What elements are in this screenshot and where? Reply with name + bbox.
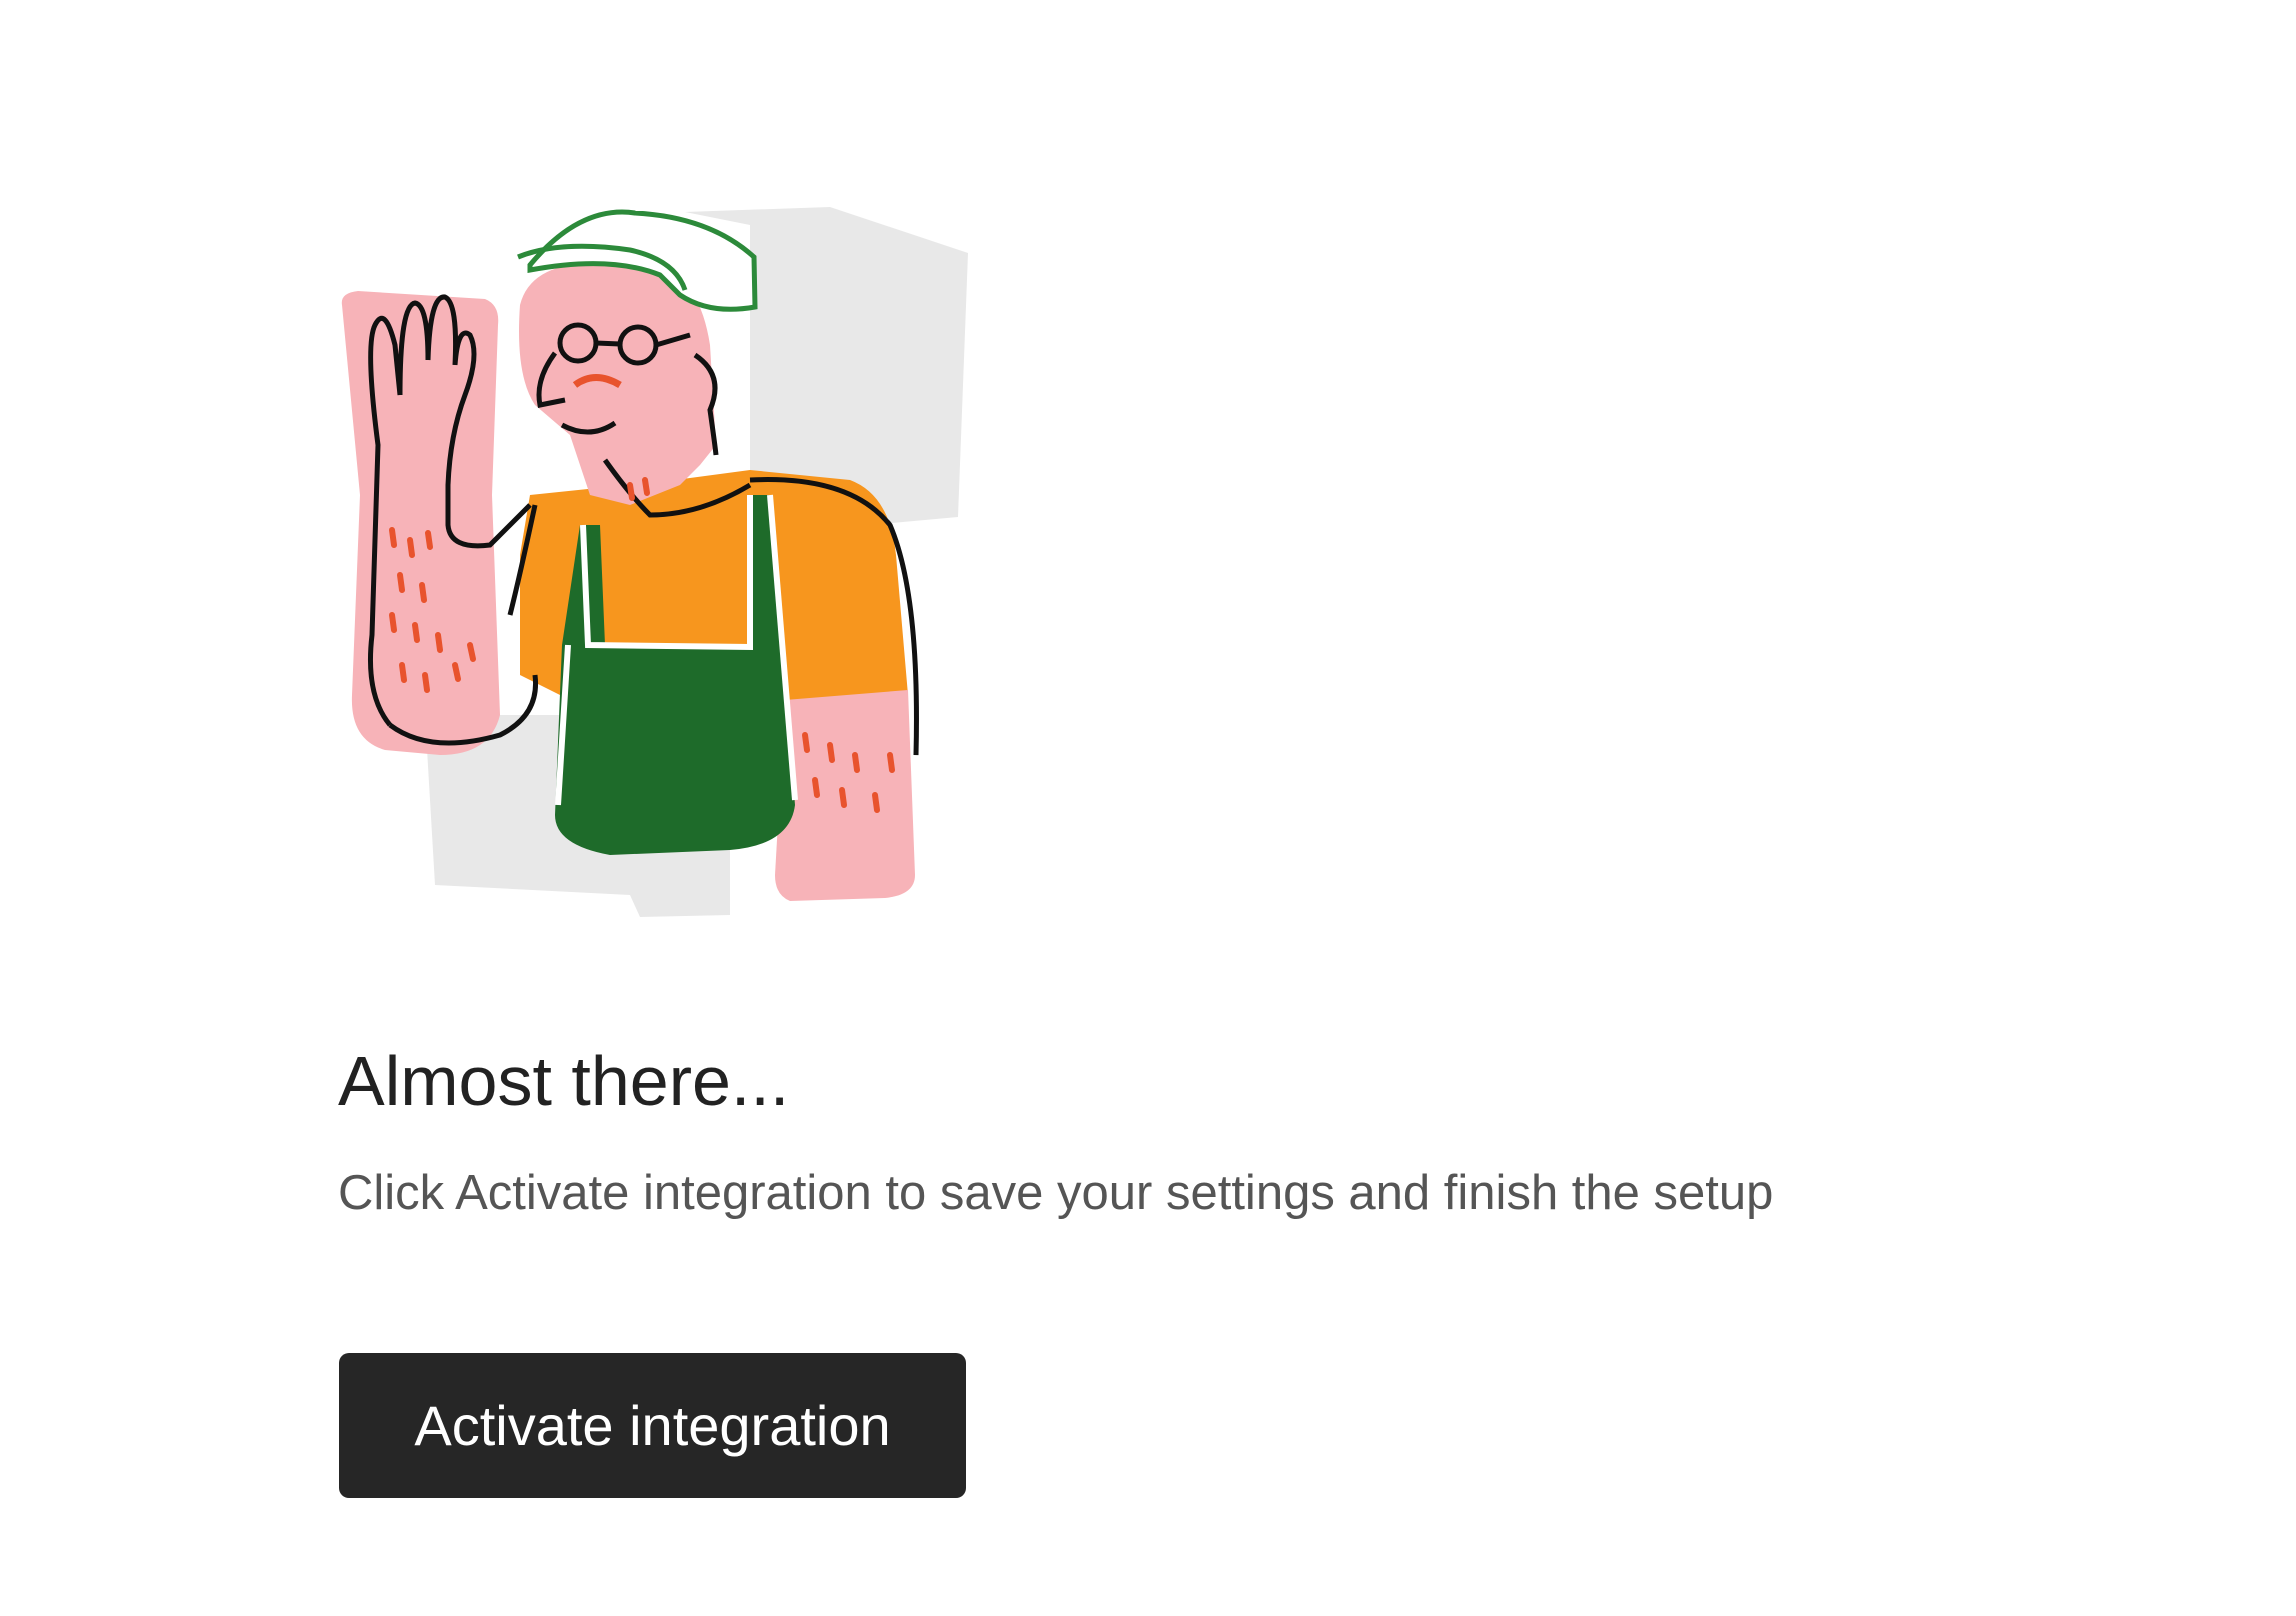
setup-description: Click Activate integration to save your … — [338, 1166, 1774, 1220]
activate-integration-button[interactable]: Activate integration — [339, 1353, 966, 1498]
page-title: Almost there... — [338, 1042, 790, 1120]
waving-person-illustration — [330, 195, 990, 935]
